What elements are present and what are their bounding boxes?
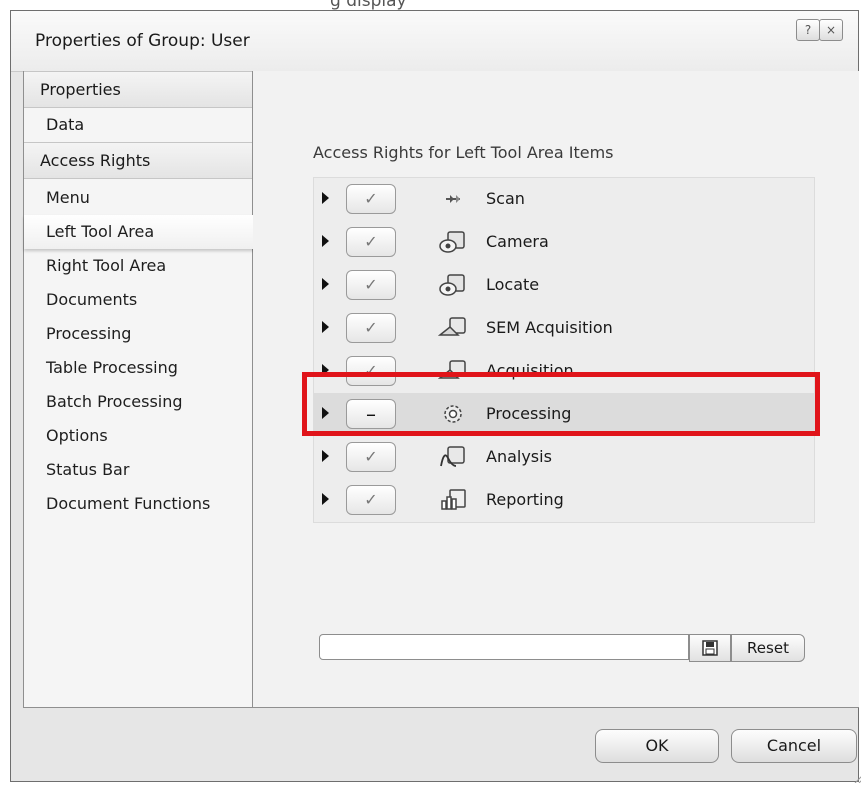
sidebar-section-access-rights[interactable]: Access Rights — [24, 142, 252, 179]
cancel-button[interactable]: Cancel — [731, 729, 857, 763]
access-toggle[interactable]: ✓ — [346, 184, 396, 214]
section-title: Access Rights for Left Tool Area Items — [313, 143, 614, 162]
locate-icon — [439, 274, 465, 296]
sem-acquisition-icon — [438, 317, 466, 336]
sidebar-item-left-tool-area[interactable]: Left Tool Area — [24, 215, 256, 249]
sidebar-item-data[interactable]: Data — [24, 108, 252, 142]
sidebar-item-document-functions[interactable]: Document Functions — [24, 487, 252, 521]
sidebar-item-status-bar[interactable]: Status Bar — [24, 453, 252, 487]
item-label: Scan — [486, 189, 525, 208]
access-rights-list: ✓ Scan ✓ Camera ✓ Locate ✓ SEM Acquisiti… — [313, 177, 815, 523]
expand-arrow-icon[interactable] — [322, 321, 329, 333]
item-label: Reporting — [486, 490, 564, 509]
expand-arrow-icon[interactable] — [322, 235, 329, 247]
title-bar: Properties of Group: User ? × — [11, 11, 858, 72]
expand-arrow-icon[interactable] — [322, 278, 329, 290]
sidebar-item-options[interactable]: Options — [24, 419, 252, 453]
item-label: Analysis — [486, 447, 552, 466]
expand-arrow-icon[interactable] — [322, 364, 329, 376]
sidebar: Properties Data Access Rights Menu Left … — [24, 71, 256, 707]
list-item: ✓ Locate — [314, 264, 814, 307]
content-area: Properties Data Access Rights Menu Left … — [23, 71, 859, 708]
item-label: Locate — [486, 275, 540, 294]
path-bar: Reset — [319, 634, 815, 662]
close-button[interactable]: × — [819, 19, 843, 41]
save-icon — [702, 640, 718, 656]
sidebar-section-properties[interactable]: Properties — [24, 71, 252, 108]
access-toggle[interactable]: – — [346, 399, 396, 429]
item-label: Camera — [486, 232, 549, 251]
item-label: Processing — [486, 404, 572, 423]
item-label: Acquisition — [486, 361, 574, 380]
access-toggle[interactable]: ✓ — [346, 270, 396, 300]
resize-grip-icon[interactable] — [853, 771, 861, 783]
analysis-icon — [440, 446, 465, 467]
sidebar-item-menu[interactable]: Menu — [24, 181, 252, 215]
dialog-title: Properties of Group: User — [35, 31, 250, 51]
list-item: ✓ Reporting — [314, 479, 814, 522]
expand-arrow-icon[interactable] — [322, 407, 329, 419]
sidebar-item-documents[interactable]: Documents — [24, 283, 252, 317]
item-label: SEM Acquisition — [486, 318, 613, 337]
main-panel: Access Rights for Left Tool Area Items ✓… — [253, 71, 859, 707]
list-item: ✓ Acquisition — [314, 350, 814, 393]
list-item: ✓ Camera — [314, 221, 814, 264]
list-item: ✓ Scan — [314, 178, 814, 221]
access-toggle[interactable]: ✓ — [346, 227, 396, 257]
save-button[interactable] — [689, 634, 731, 662]
expand-arrow-icon[interactable] — [322, 493, 329, 505]
reset-button[interactable]: Reset — [731, 634, 805, 662]
reporting-icon — [441, 489, 466, 510]
expand-arrow-icon[interactable] — [322, 450, 329, 462]
sidebar-item-table-processing[interactable]: Table Processing — [24, 351, 252, 385]
access-toggle[interactable]: ✓ — [346, 313, 396, 343]
sidebar-item-batch-processing[interactable]: Batch Processing — [24, 385, 252, 419]
acquisition-icon — [438, 360, 466, 379]
expand-arrow-icon[interactable] — [322, 192, 329, 204]
access-toggle[interactable]: ✓ — [346, 485, 396, 515]
properties-dialog: Properties of Group: User ? × Properties… — [10, 10, 861, 783]
list-item: ✓ SEM Acquisition — [314, 307, 814, 350]
camera-icon — [439, 231, 465, 253]
sidebar-item-processing[interactable]: Processing — [24, 317, 252, 351]
list-item: ✓ Analysis — [314, 436, 814, 479]
access-toggle[interactable]: ✓ — [346, 442, 396, 472]
ok-button[interactable]: OK — [595, 729, 719, 763]
access-toggle[interactable]: ✓ — [346, 356, 396, 386]
processing-icon — [444, 405, 462, 423]
sidebar-item-right-tool-area[interactable]: Right Tool Area — [24, 249, 252, 283]
list-item: – Processing — [314, 393, 814, 436]
help-button[interactable]: ? — [796, 19, 820, 41]
sidebar-access-rights-list: Menu Left Tool Area Right Tool Area Docu… — [24, 181, 256, 521]
scan-icon — [446, 195, 460, 203]
path-input[interactable] — [319, 634, 689, 660]
